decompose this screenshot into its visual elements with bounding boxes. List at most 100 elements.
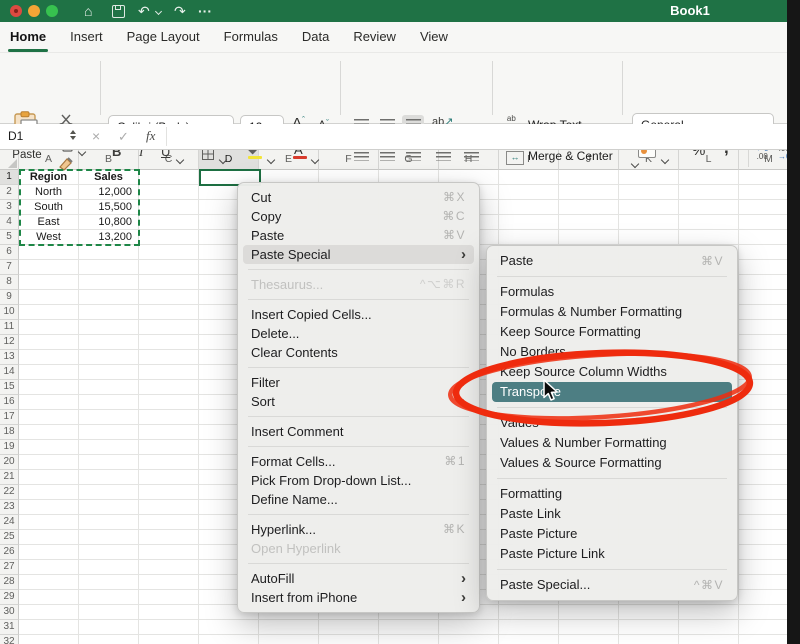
cell-b21[interactable]: [79, 470, 139, 485]
row-header-16[interactable]: 16: [0, 395, 19, 410]
tab-review[interactable]: Review: [353, 22, 396, 52]
cell-a11[interactable]: [19, 320, 79, 335]
menu-item-values-number-formatting[interactable]: Values & Number Formatting: [492, 433, 732, 453]
cell-g31[interactable]: [379, 620, 439, 635]
cell-k31[interactable]: [619, 620, 679, 635]
menu-item-paste-special[interactable]: Paste Special...^⌘V: [492, 575, 732, 595]
cell-f32[interactable]: [319, 635, 379, 644]
cell-k5[interactable]: [619, 230, 679, 245]
row-header-14[interactable]: 14: [0, 365, 19, 380]
row-header-31[interactable]: 31: [0, 620, 19, 635]
cell-c16[interactable]: [139, 395, 199, 410]
cell-c7[interactable]: [139, 260, 199, 275]
cell-i1[interactable]: [499, 170, 559, 185]
tab-formulas[interactable]: Formulas: [224, 22, 278, 52]
zoom-button[interactable]: [46, 5, 58, 17]
row-header-30[interactable]: 30: [0, 605, 19, 620]
cell-a26[interactable]: [19, 545, 79, 560]
cell-a20[interactable]: [19, 455, 79, 470]
cell-b11[interactable]: [79, 320, 139, 335]
cell-l31[interactable]: [679, 620, 739, 635]
cell-c27[interactable]: [139, 560, 199, 575]
row-header-8[interactable]: 8: [0, 275, 19, 290]
menu-item-cut[interactable]: Cut⌘X: [243, 188, 474, 207]
cell-l5[interactable]: [679, 230, 739, 245]
cell-i30[interactable]: [499, 605, 559, 620]
merge-center-button[interactable]: Merge & Center: [528, 149, 613, 163]
cell-c13[interactable]: [139, 350, 199, 365]
cell-b30[interactable]: [79, 605, 139, 620]
cell-b15[interactable]: [79, 380, 139, 395]
menu-item-insert-copied-cells[interactable]: Insert Copied Cells...: [243, 305, 474, 324]
cell-k4[interactable]: [619, 215, 679, 230]
menu-item-format-cells[interactable]: Format Cells...⌘1: [243, 452, 474, 471]
menu-item-copy[interactable]: Copy⌘C: [243, 207, 474, 226]
name-box[interactable]: D1: [8, 129, 23, 143]
cell-a23[interactable]: [19, 500, 79, 515]
col-header-b[interactable]: B: [79, 150, 139, 170]
cell-a8[interactable]: [19, 275, 79, 290]
cell-j32[interactable]: [559, 635, 619, 644]
cell-b6[interactable]: [79, 245, 139, 260]
cell-j30[interactable]: [559, 605, 619, 620]
cell-b28[interactable]: [79, 575, 139, 590]
cell-b18[interactable]: [79, 425, 139, 440]
row-header-19[interactable]: 19: [0, 440, 19, 455]
cell-b16[interactable]: [79, 395, 139, 410]
menu-item-paste-picture[interactable]: Paste Picture: [492, 524, 732, 544]
cell-a28[interactable]: [19, 575, 79, 590]
row-header-20[interactable]: 20: [0, 455, 19, 470]
row-header-23[interactable]: 23: [0, 500, 19, 515]
cell-b7[interactable]: [79, 260, 139, 275]
undo-dropdown[interactable]: [156, 0, 161, 22]
cell-a17[interactable]: [19, 410, 79, 425]
menu-item-insert-comment[interactable]: Insert Comment: [243, 422, 474, 441]
cell-g32[interactable]: [379, 635, 439, 644]
menu-item-clear-contents[interactable]: Clear Contents: [243, 343, 474, 362]
cell-b31[interactable]: [79, 620, 139, 635]
home-icon[interactable]: ⌂: [84, 0, 92, 22]
tab-insert[interactable]: Insert: [70, 22, 103, 52]
cell-f31[interactable]: [319, 620, 379, 635]
fill-color-dropdown[interactable]: [268, 150, 274, 168]
menu-item-keep-source-formatting[interactable]: Keep Source Formatting: [492, 322, 732, 342]
row-header-6[interactable]: 6: [0, 245, 19, 260]
cell-a24[interactable]: [19, 515, 79, 530]
row-header-12[interactable]: 12: [0, 335, 19, 350]
menu-item-transpose[interactable]: Transpose: [492, 382, 732, 402]
cell-l2[interactable]: [679, 185, 739, 200]
cell-b20[interactable]: [79, 455, 139, 470]
cell-a25[interactable]: [19, 530, 79, 545]
underline-dropdown[interactable]: [177, 150, 183, 168]
formula-input[interactable]: [170, 124, 786, 149]
row-header-29[interactable]: 29: [0, 590, 19, 605]
row-header-26[interactable]: 26: [0, 545, 19, 560]
cell-a15[interactable]: [19, 380, 79, 395]
cell-c14[interactable]: [139, 365, 199, 380]
cell-a14[interactable]: [19, 365, 79, 380]
row-header-11[interactable]: 11: [0, 320, 19, 335]
menu-item-insert-from-iphone[interactable]: Insert from iPhone›: [243, 588, 474, 607]
menu-item-values-source-formatting[interactable]: Values & Source Formatting: [492, 453, 732, 473]
cell-b13[interactable]: [79, 350, 139, 365]
accounting-dropdown[interactable]: [662, 150, 668, 168]
cell-c25[interactable]: [139, 530, 199, 545]
cell-b19[interactable]: [79, 440, 139, 455]
cell-c30[interactable]: [139, 605, 199, 620]
tab-data[interactable]: Data: [302, 22, 329, 52]
cell-a30[interactable]: [19, 605, 79, 620]
row-header-28[interactable]: 28: [0, 575, 19, 590]
cell-l4[interactable]: [679, 215, 739, 230]
cell-k3[interactable]: [619, 200, 679, 215]
cell-c3[interactable]: [139, 200, 199, 215]
row-header-5[interactable]: 5: [0, 230, 19, 245]
tab-view[interactable]: View: [420, 22, 448, 52]
col-header-l[interactable]: L: [679, 150, 739, 170]
row-header-24[interactable]: 24: [0, 515, 19, 530]
cell-e31[interactable]: [259, 620, 319, 635]
cell-c26[interactable]: [139, 545, 199, 560]
cell-l3[interactable]: [679, 200, 739, 215]
cell-k2[interactable]: [619, 185, 679, 200]
menu-item-paste[interactable]: Paste⌘V: [492, 251, 732, 271]
cell-c12[interactable]: [139, 335, 199, 350]
